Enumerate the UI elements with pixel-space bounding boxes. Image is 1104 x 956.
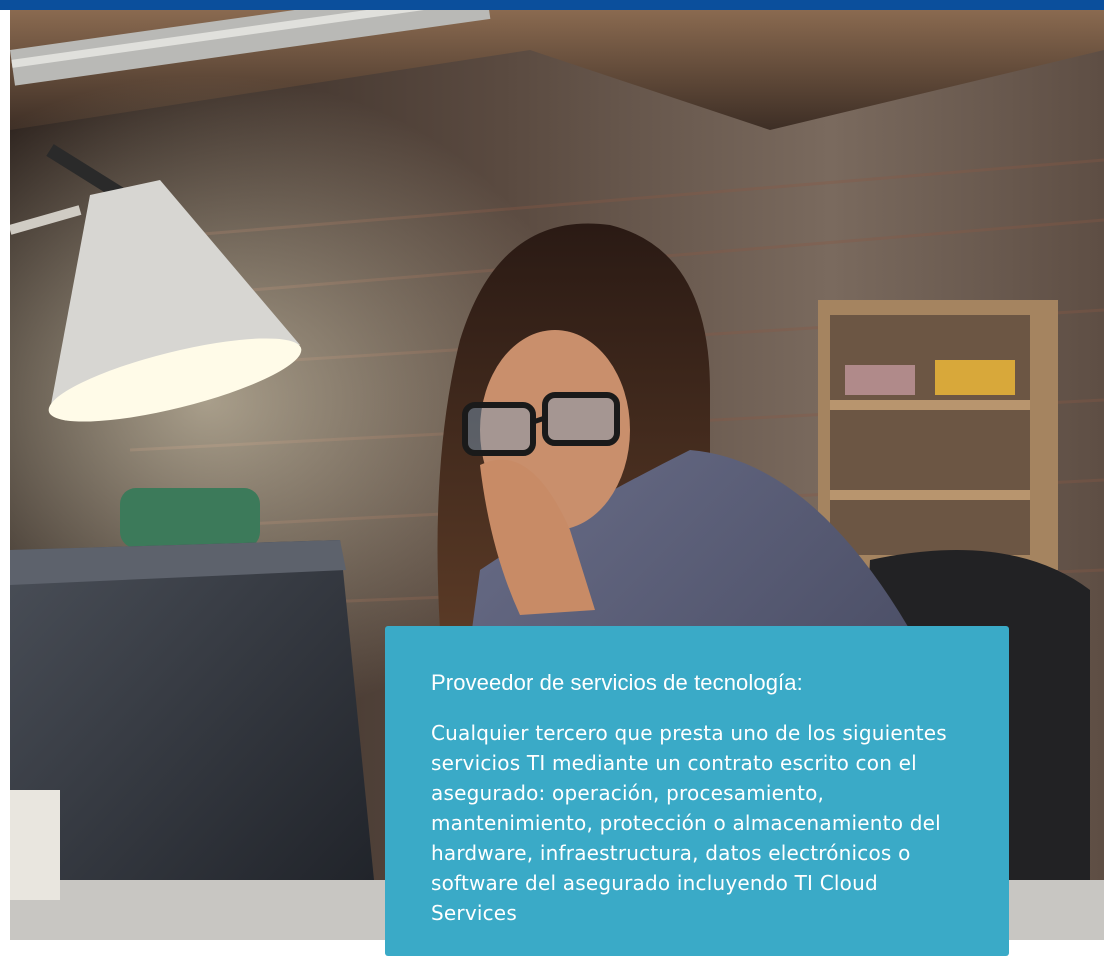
callout-body: Cualquier tercero que presta uno de los … bbox=[431, 721, 947, 925]
callout-title: Proveedor de servicios de tecnología: bbox=[431, 670, 803, 695]
definition-callout: Proveedor de servicios de tecnología: Cu… bbox=[385, 626, 1009, 956]
top-accent-bar bbox=[0, 0, 1104, 10]
